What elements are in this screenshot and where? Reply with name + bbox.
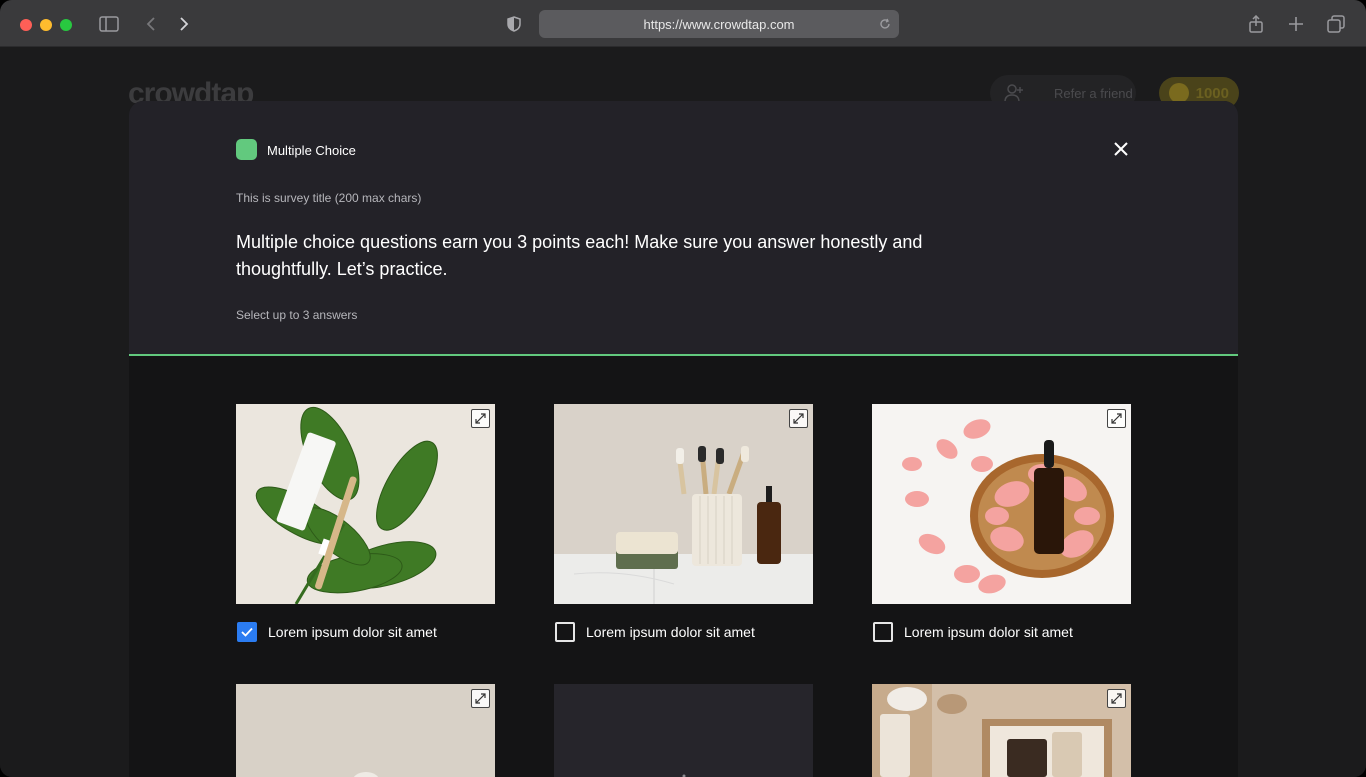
survey-title: This is survey title (200 max chars) — [236, 191, 422, 205]
option-image-beige[interactable] — [236, 684, 495, 777]
reload-icon[interactable] — [877, 16, 893, 32]
browser-toolbar: https://www.crowdtap.com — [0, 0, 1366, 47]
option-card[interactable]: Lorem ipsum dolor sit amet — [872, 404, 1131, 642]
option-card[interactable] — [872, 684, 1131, 777]
close-modal-button[interactable] — [1111, 139, 1131, 159]
share-icon[interactable] — [1245, 13, 1267, 35]
option-label: Lorem ipsum dolor sit amet — [586, 624, 755, 640]
option-image-loading[interactable] — [554, 684, 813, 777]
back-icon[interactable] — [140, 13, 162, 35]
selection-hint: Select up to 3 answers — [236, 308, 358, 322]
browser-window: https://www.crowdtap.com crowdtap Refer … — [0, 0, 1366, 777]
option-card[interactable] — [554, 684, 813, 777]
expand-icon — [475, 693, 486, 704]
option-image-toothbrushes-soap[interactable] — [554, 404, 813, 604]
option-label: Lorem ipsum dolor sit amet — [904, 624, 1073, 640]
expand-image-button[interactable] — [1107, 409, 1126, 428]
expand-icon — [793, 413, 804, 424]
close-window-button[interactable] — [20, 19, 32, 31]
expand-icon — [1111, 693, 1122, 704]
expand-image-button[interactable] — [1107, 689, 1126, 708]
option-1[interactable]: Lorem ipsum dolor sit amet — [236, 622, 437, 642]
expand-image-button[interactable] — [471, 689, 490, 708]
modal-header: Multiple Choice This is survey title (20… — [129, 101, 1238, 356]
minimize-window-button[interactable] — [40, 19, 52, 31]
option-2[interactable]: Lorem ipsum dolor sit amet — [554, 622, 755, 642]
expand-icon — [1111, 413, 1122, 424]
forward-icon[interactable] — [173, 13, 195, 35]
coin-icon — [1169, 83, 1189, 103]
option-image-leaf-toothpaste[interactable] — [236, 404, 495, 604]
option-checkbox-checked[interactable] — [237, 622, 257, 642]
expand-icon — [475, 413, 486, 424]
option-card[interactable]: Lorem ipsum dolor sit amet — [236, 404, 495, 642]
expand-image-button[interactable] — [789, 409, 808, 428]
question-modal: Multiple Choice This is survey title (20… — [129, 101, 1238, 777]
question-type-icon — [236, 139, 257, 160]
checkmark-icon — [241, 627, 253, 637]
question-type-label: Multiple Choice — [267, 143, 356, 158]
new-tab-icon[interactable] — [1285, 13, 1307, 35]
points-value: 1000 — [1195, 84, 1229, 102]
address-bar[interactable]: https://www.crowdtap.com — [539, 10, 899, 38]
question-text: Multiple choice questions earn you 3 poi… — [236, 232, 923, 279]
option-card[interactable] — [236, 684, 495, 777]
sidebar-toggle-icon[interactable] — [98, 13, 120, 35]
option-image-rose-petals-serum[interactable] — [872, 404, 1131, 604]
tab-overview-icon[interactable] — [1325, 13, 1347, 35]
expand-image-button[interactable] — [471, 409, 490, 428]
zoom-window-button[interactable] — [60, 19, 72, 31]
privacy-shield-icon[interactable] — [503, 13, 525, 35]
option-checkbox[interactable] — [555, 622, 575, 642]
option-checkbox[interactable] — [873, 622, 893, 642]
url-text: https://www.crowdtap.com — [643, 16, 795, 32]
option-3[interactable]: Lorem ipsum dolor sit amet — [872, 622, 1073, 642]
option-card[interactable]: Lorem ipsum dolor sit amet — [554, 404, 813, 642]
option-label: Lorem ipsum dolor sit amet — [268, 624, 437, 640]
option-image-skincare-box[interactable] — [872, 684, 1131, 777]
refer-label: Refer a friend — [1054, 85, 1133, 101]
close-icon — [1114, 142, 1128, 156]
